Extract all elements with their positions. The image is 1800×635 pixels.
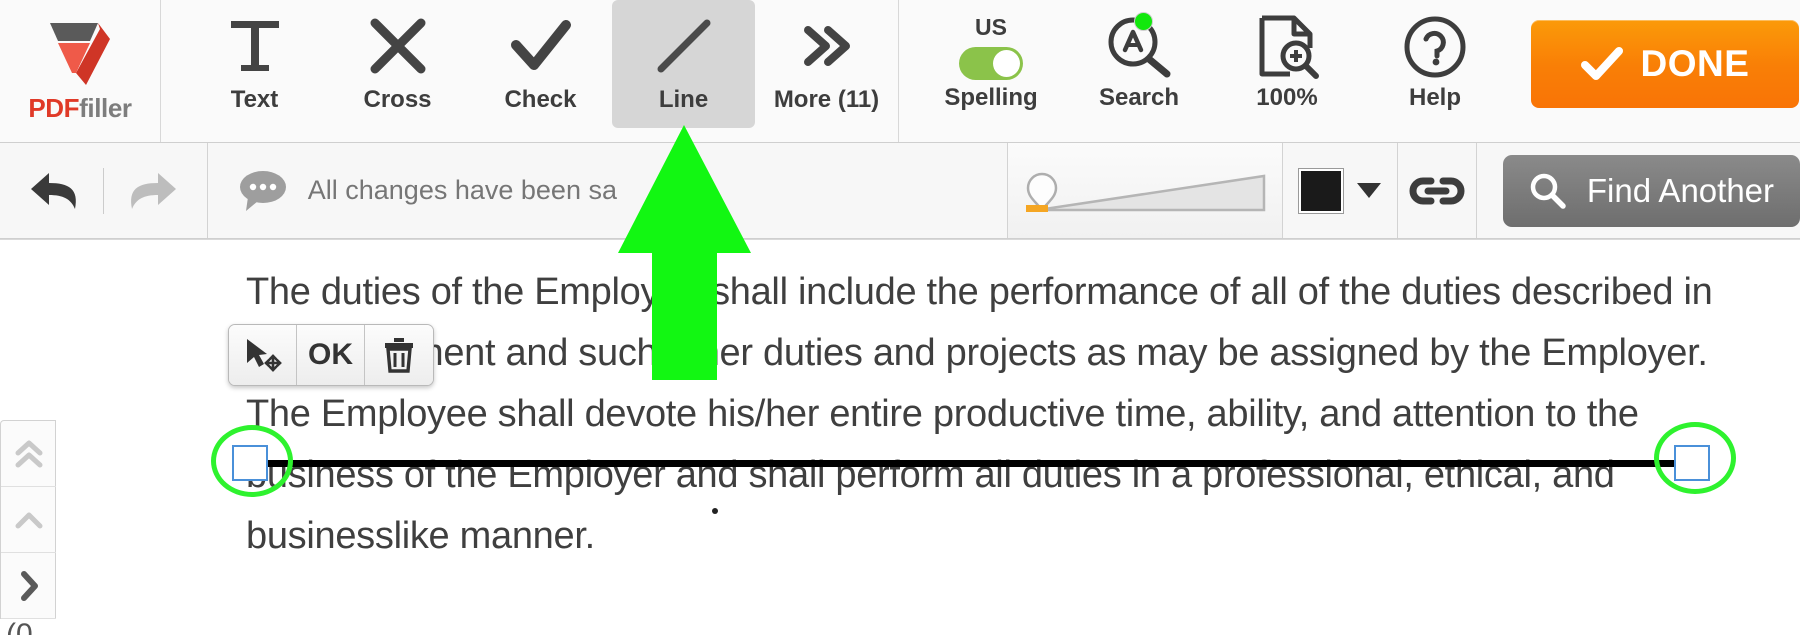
spelling-locale-label: US [975,14,1007,40]
search-magnifier-icon [1530,173,1566,209]
comment-bubble-icon [239,170,286,211]
tool-more-label: More (11) [773,86,880,113]
double-chevron-up-icon [15,440,42,467]
tool-text-label: Text [230,86,279,113]
trash-bin-icon [385,338,413,373]
undo-button[interactable] [27,165,85,217]
rail-button-prev-page[interactable] [1,487,56,553]
find-another-group: Find Another [1477,143,1800,238]
line-context-menu: OK [228,324,434,386]
page-counter: (0 [6,618,33,635]
line-thickness-slider-icon[interactable] [1020,160,1270,222]
pdffiller-editor-window: PDFfiller Text Cross Check Line More (11… [0,0,1800,635]
text-t-icon [225,8,285,84]
secondary-toolbar: All changes have been sa Find Another [0,143,1800,239]
tool-check-label: Check [504,86,577,113]
checkmark-icon [509,8,573,84]
zoom-button[interactable]: 100% [1213,0,1361,128]
highlight-ellipse-end [1654,422,1736,494]
chain-link-icon [1409,177,1465,204]
line-width-control[interactable] [1007,143,1284,238]
utility-tools-group: US Spelling Search 100% Help DONE [899,0,1799,142]
context-menu-move[interactable] [229,325,297,385]
find-another-label: Find Another [1586,171,1775,209]
question-circle-icon [1400,10,1470,84]
brand-logo[interactable]: PDFfiller [0,0,161,142]
tool-line[interactable]: Line [612,0,755,128]
search-a-magnifier-icon [1103,10,1175,84]
context-menu-ok[interactable]: OK [297,325,365,385]
annotation-tools-group: Text Cross Check Line More (11) [161,0,899,142]
document-canvas[interactable]: The duties of the Employee shall include… [0,239,1800,635]
redo-arrow-icon [131,172,176,209]
color-swatch-icon[interactable] [1298,167,1345,214]
search-button[interactable]: Search [1065,0,1213,128]
history-controls [0,143,208,238]
rail-button-first-page[interactable] [1,421,56,487]
chevron-down-icon[interactable] [1357,183,1382,198]
top-toolbar: PDFfiller Text Cross Check Line More (11… [0,0,1800,143]
drawn-line-object[interactable] [250,460,1688,467]
context-menu-delete[interactable] [365,325,433,385]
save-status-text: All changes have been sa [307,175,617,205]
double-chevron-right-icon [796,8,858,84]
checkmark-icon [1580,47,1623,80]
color-picker[interactable] [1283,143,1399,238]
brand-logo-text: PDFfiller [28,92,132,124]
line-diagonal-icon [653,8,715,84]
done-button[interactable]: DONE [1531,20,1799,108]
help-button[interactable]: Help [1361,0,1509,128]
up-arrow-pointer [617,125,752,385]
help-label: Help [1408,84,1461,111]
link-button[interactable] [1398,143,1477,238]
tool-line-label: Line [658,86,709,113]
done-button-label: DONE [1640,43,1750,84]
page-navigation-rail [0,420,56,619]
undo-arrow-icon [30,172,76,209]
tool-cross[interactable]: Cross [326,0,469,128]
find-another-button[interactable]: Find Another [1502,154,1800,227]
rail-button-expand[interactable] [1,553,56,619]
brand-name-filler: filler [79,92,132,123]
pdffiller-logo-icon [50,22,110,85]
toggle-knob [993,50,1020,77]
spelling-toggle-switch[interactable] [959,47,1023,80]
highlight-ellipse-start [211,425,293,497]
document-zoom-icon [1254,10,1320,84]
cursor-dot [712,508,718,514]
save-status: All changes have been sa [208,143,1008,238]
search-label: Search [1098,84,1180,111]
tool-more[interactable]: More (11) [755,0,898,128]
spelling-label: Spelling [944,84,1038,111]
context-menu-ok-label: OK [308,338,353,371]
redo-button[interactable] [122,165,180,217]
divider [102,167,104,214]
tool-cross-label: Cross [363,86,432,113]
cross-x-icon [367,8,429,84]
tool-text[interactable]: Text [183,0,326,128]
green-dot-badge [1134,12,1153,31]
cursor-move-icon [246,339,282,372]
document-body-text: The duties of the Employee shall include… [246,271,1713,557]
spelling-toggle-icon: US [959,10,1023,84]
chevron-right-icon [20,570,38,601]
zoom-label: 100% [1256,84,1318,111]
tool-check[interactable]: Check [469,0,612,128]
brand-name-pdf: PDF [28,92,80,123]
chevron-up-icon [15,512,42,528]
spelling-control[interactable]: US Spelling [917,0,1065,128]
